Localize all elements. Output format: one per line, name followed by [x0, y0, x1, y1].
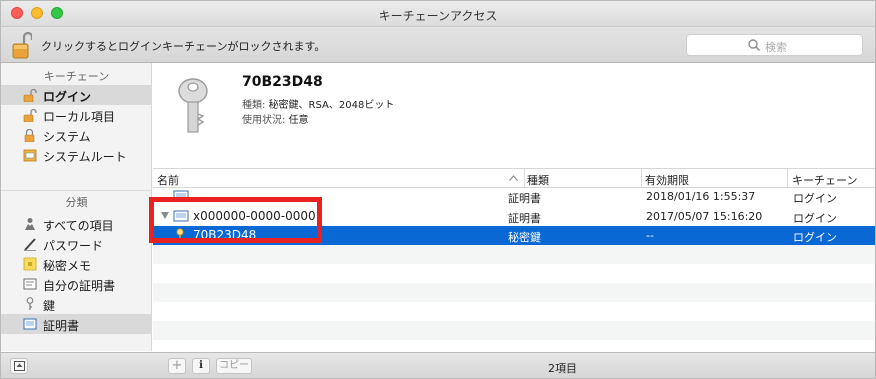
table-row[interactable]: ... 証明書 2018/01/16 1:55:37 ログイン: [153, 189, 875, 206]
padlock-open-icon: [23, 108, 37, 122]
table-row-empty: [153, 321, 875, 340]
row-keychain: ログイン: [793, 231, 837, 244]
sidebar-item-label: 鍵: [43, 299, 56, 313]
sort-ascending-icon[interactable]: [509, 175, 518, 181]
disclosure-triangle-icon[interactable]: [161, 212, 169, 219]
people-icon: [25, 218, 35, 230]
detail-item-name: 70B23D48: [242, 74, 323, 90]
my-certificate-icon: [23, 278, 37, 290]
status-bar: + i コピー 2項目: [1, 352, 875, 378]
title-bar: キーチェーンアクセス: [1, 1, 875, 27]
row-kind: 証明書: [508, 192, 541, 205]
detail-kind-row: 種類: 秘密鍵、RSA、2048ビット: [242, 96, 394, 111]
row-expiration: 2017/05/07 15:16:20: [646, 210, 763, 223]
detail-kind-label: 種類:: [242, 100, 266, 111]
add-item-button[interactable]: +: [168, 358, 186, 374]
toggle-sidebar-button[interactable]: [10, 358, 28, 374]
sidebar-item-label: ログイン: [43, 90, 92, 104]
sidebar-item-label: パスワード: [43, 239, 104, 253]
table-row[interactable]: x000000-0000-0000 証明書 2017/05/07 15:16:2…: [153, 207, 875, 226]
info-button[interactable]: i: [192, 358, 210, 374]
detail-usage-row: 使用状況: 任意: [242, 111, 309, 126]
sidebar-item-system[interactable]: システム: [1, 125, 152, 145]
sidebar-item-label: 秘密メモ: [43, 259, 92, 273]
column-header-kind[interactable]: 種類: [527, 172, 549, 188]
column-divider[interactable]: [787, 169, 788, 187]
row-kind: 秘密鍵: [508, 231, 541, 244]
pencil-icon: [24, 238, 36, 251]
window-title: キーチェーンアクセス: [378, 9, 498, 23]
certificate-icon: [23, 318, 37, 330]
eject-icon: [14, 361, 25, 371]
sidebar-item-my-certificates[interactable]: 自分の証明書: [1, 274, 152, 294]
column-header-name[interactable]: 名前: [157, 172, 179, 188]
sidebar-item-login[interactable]: ログイン: [1, 85, 152, 105]
search-placeholder: 検索: [765, 41, 787, 54]
row-kind: 証明書: [508, 212, 541, 225]
sidebar-item-passwords[interactable]: パスワード: [1, 234, 152, 254]
certificate-folder-icon: [23, 149, 37, 162]
padlock-open-icon: [23, 88, 37, 102]
table-row-empty: [153, 264, 875, 283]
table-row-empty: [153, 283, 875, 302]
detail-usage-value: 任意: [288, 115, 309, 126]
copy-button[interactable]: コピー: [216, 358, 252, 374]
sidebar-item-label: すべての項目: [43, 219, 114, 233]
item-count: 2項目: [548, 362, 577, 375]
padlock-closed-icon: [24, 128, 35, 142]
private-key-icon: [178, 78, 208, 133]
table-row[interactable]: 70B23D48 秘密鍵 -- ログイン: [153, 226, 875, 245]
sidebar-item-label: システム: [43, 130, 91, 144]
category-heading: 分類: [65, 196, 88, 209]
table-row-empty: [153, 302, 875, 321]
row-name: x000000-0000-0000: [193, 209, 316, 223]
table-row-empty: [153, 245, 875, 264]
row-keychain: ログイン: [793, 212, 837, 225]
search-icon: [748, 39, 761, 52]
column-divider[interactable]: [641, 169, 642, 187]
sidebar-item-all-items[interactable]: すべての項目: [1, 214, 152, 234]
column-header-keychain[interactable]: キーチェーン: [792, 172, 857, 188]
row-name: 70B23D48: [193, 228, 257, 242]
sidebar-item-keys[interactable]: 鍵: [1, 294, 152, 314]
sidebar-item-label: 証明書: [43, 319, 80, 333]
note-icon: [23, 257, 37, 271]
lock-status-text[interactable]: クリックするとログインキーチェーンがロックされます。: [41, 38, 325, 54]
table-header: 名前 種類 有効期限 キーチェーン: [153, 168, 875, 188]
sidebar-item-label: ローカル項目: [43, 110, 116, 124]
sidebar-item-system-roots[interactable]: システムルート: [1, 145, 152, 165]
detail-usage-label: 使用状況:: [242, 115, 286, 126]
row-expiration: --: [646, 229, 654, 242]
detail-kind-value: 秘密鍵、RSA、2048ビット: [268, 100, 395, 111]
certificate-icon: [173, 190, 189, 202]
column-divider[interactable]: [524, 169, 525, 187]
row-expiration: 2018/01/16 1:55:37: [646, 190, 756, 203]
sidebar-item-local-items[interactable]: ローカル項目: [1, 105, 152, 125]
sidebar-divider: [1, 190, 152, 191]
certificate-icon: [173, 210, 189, 222]
sidebar-item-certificates[interactable]: 証明書: [1, 314, 152, 334]
key-icon: [26, 297, 34, 310]
sidebar-item-secure-notes[interactable]: 秘密メモ: [1, 254, 152, 274]
key-icon: [176, 228, 184, 242]
sidebar-item-label: 自分の証明書: [43, 279, 116, 293]
search-input[interactable]: 検索: [686, 34, 863, 56]
sidebar: キーチェーン ログイン ローカル項目 システム システムルート 分類 すべての項…: [1, 63, 152, 351]
column-header-expiration[interactable]: 有効期限: [645, 172, 689, 188]
main-pane: 70B23D48 種類: 秘密鍵、RSA、2048ビット 使用状況: 任意 名前…: [153, 63, 875, 351]
keychain-access-window: キーチェーンアクセス クリックするとログインキーチェーンがロックされます。 検索…: [0, 0, 876, 379]
keychains-heading: キーチェーン: [43, 70, 110, 83]
row-keychain: ログイン: [793, 192, 837, 205]
sidebar-item-label: システムルート: [43, 150, 127, 164]
row-name: ...: [193, 190, 204, 203]
toolbar: クリックするとログインキーチェーンがロックされます。 検索: [1, 27, 875, 63]
padlock-open-icon[interactable]: [12, 30, 32, 60]
